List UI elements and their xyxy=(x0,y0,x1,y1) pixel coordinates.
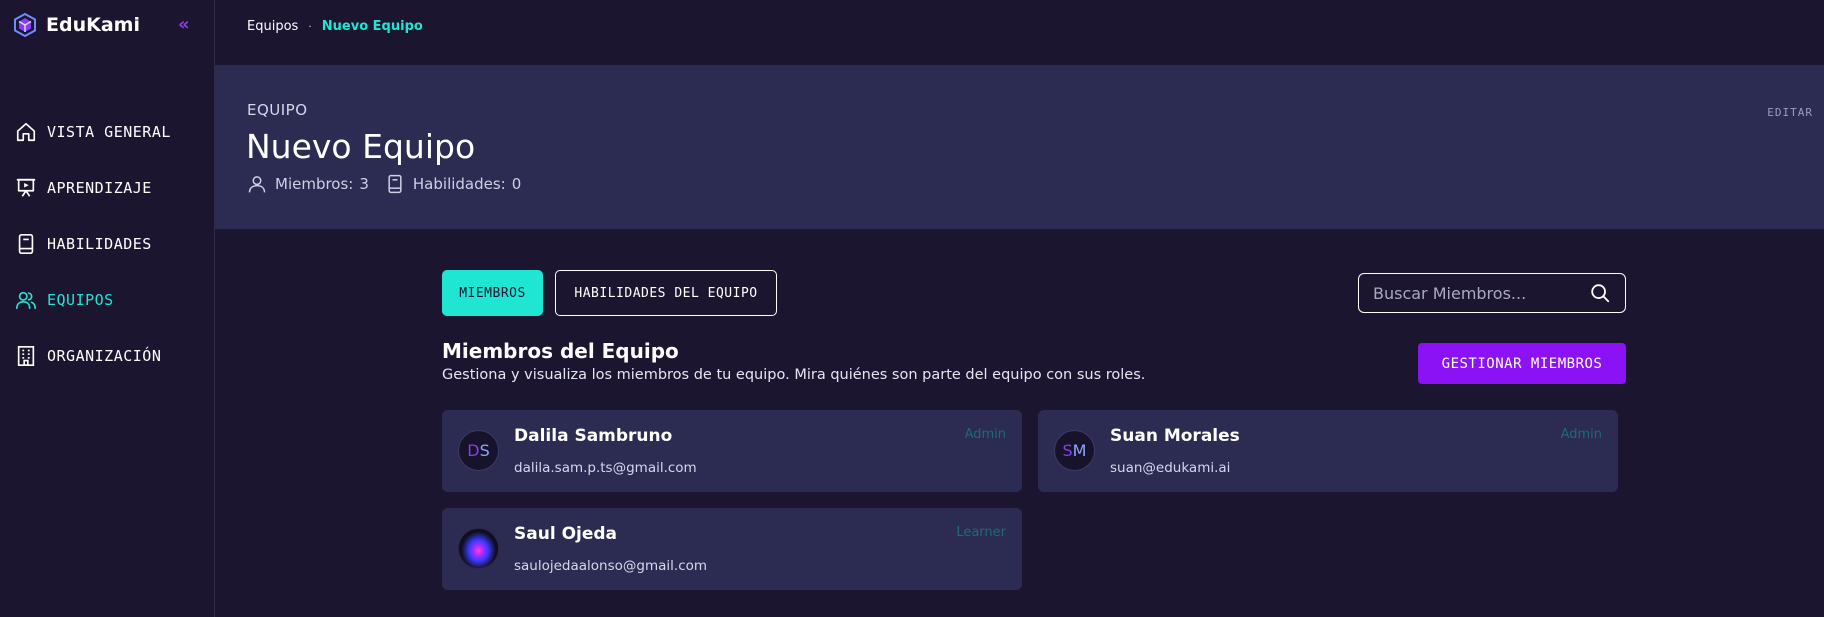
avatar xyxy=(458,528,499,569)
member-name: Suan Morales xyxy=(1110,426,1240,446)
user-icon xyxy=(248,176,266,193)
member-email: saulojedaalonso@gmail.com xyxy=(514,558,708,574)
search-input[interactable] xyxy=(1373,283,1583,303)
member-card[interactable]: SM Suan Morales suan@edukami.ai Admin xyxy=(1038,410,1618,492)
sidebar-item-habilidades[interactable]: HABILIDADES xyxy=(15,216,171,272)
members-label: Miembros: xyxy=(275,175,354,193)
member-card[interactable]: DS Dalila Sambruno dalila.sam.p.ts@gmail… xyxy=(442,410,1022,492)
skills-label: Habilidades: xyxy=(412,175,506,193)
team-tabs: MIEMBROS HABILIDADES DEL EQUIPO xyxy=(442,270,777,316)
presentation-icon xyxy=(16,178,36,197)
breadcrumb: Equipos · Nuevo Equipo xyxy=(247,19,423,34)
manage-members-button[interactable]: GESTIONAR MIEMBROS xyxy=(1418,343,1626,384)
breadcrumb-current: Nuevo Equipo xyxy=(321,19,423,34)
skills-count: 0 xyxy=(511,175,522,193)
section-subtitle: Gestiona y visualiza los miembros de tu … xyxy=(442,367,1146,383)
member-email: suan@edukami.ai xyxy=(1110,460,1231,476)
edit-team-button[interactable]: EDITAR xyxy=(1767,106,1813,119)
sidebar-item-label: VISTA GENERAL xyxy=(47,123,171,141)
sidebar-item-label: APRENDIZAJE xyxy=(47,179,152,197)
team-header: EQUIPO Nuevo Equipo Miembros: 3 Habilida… xyxy=(215,65,1824,229)
home-icon xyxy=(16,122,36,142)
sidebar-item-label: EQUIPOS xyxy=(47,291,114,309)
edukami-logo-icon xyxy=(14,13,36,37)
book-icon xyxy=(18,234,34,254)
breadcrumb-equipos-link[interactable]: Equipos xyxy=(247,19,298,34)
brand[interactable]: EduKami xyxy=(14,13,140,37)
sidebar-item-label: HABILIDADES xyxy=(47,235,152,253)
member-role-badge: Admin xyxy=(1560,427,1602,442)
section-title: Miembros del Equipo xyxy=(442,339,679,363)
members-stat: Miembros: 3 xyxy=(247,174,369,194)
sidebar-item-vista-general[interactable]: VISTA GENERAL xyxy=(15,104,171,160)
breadcrumb-separator: · xyxy=(308,20,312,33)
members-count: 3 xyxy=(359,175,369,193)
sidebar-item-label: ORGANIZACIÓN xyxy=(47,347,162,365)
avatar-initial: M xyxy=(1072,441,1087,460)
team-stats: Miembros: 3 Habilidades: 0 xyxy=(247,174,537,194)
search-icon[interactable] xyxy=(1589,282,1611,304)
brand-name: EduKami xyxy=(46,14,140,36)
team-kicker: EQUIPO xyxy=(247,101,308,119)
avatar-initial: D xyxy=(467,441,480,460)
member-name: Saul Ojeda xyxy=(514,524,618,544)
sidebar-item-equipos[interactable]: EQUIPOS xyxy=(15,272,171,328)
collapse-sidebar-button[interactable]: « xyxy=(178,14,190,35)
tab-miembros[interactable]: MIEMBROS xyxy=(442,270,543,316)
page-title: Nuevo Equipo xyxy=(246,127,476,166)
sidebar-item-aprendizaje[interactable]: APRENDIZAJE xyxy=(15,160,171,216)
building-icon xyxy=(17,346,35,366)
member-search xyxy=(1358,273,1626,313)
member-email: dalila.sam.p.ts@gmail.com xyxy=(514,460,697,476)
member-name: Dalila Sambruno xyxy=(514,426,673,446)
avatar: DS xyxy=(458,430,499,471)
tab-habilidades-del-equipo[interactable]: HABILIDADES DEL EQUIPO xyxy=(555,270,777,316)
book-icon xyxy=(388,174,402,194)
skills-stat: Habilidades: 0 xyxy=(385,174,521,194)
sidebar-nav: VISTA GENERAL APRENDIZAJE HABILIDADES EQ… xyxy=(15,104,171,384)
member-role-badge: Learner xyxy=(956,525,1006,540)
member-role-badge: Admin xyxy=(964,427,1006,442)
avatar: SM xyxy=(1054,430,1095,471)
avatar-initial: S xyxy=(479,441,490,460)
member-card[interactable]: Saul Ojeda saulojedaalonso@gmail.com Lea… xyxy=(442,508,1022,590)
avatar-initial: S xyxy=(1062,441,1073,460)
sidebar-item-organizacion[interactable]: ORGANIZACIÓN xyxy=(15,328,171,384)
sidebar: EduKami « VISTA GENERAL APRENDIZAJE HABI… xyxy=(0,0,215,617)
users-icon xyxy=(16,291,36,310)
top-bar: Equipos · Nuevo Equipo xyxy=(215,0,1824,65)
